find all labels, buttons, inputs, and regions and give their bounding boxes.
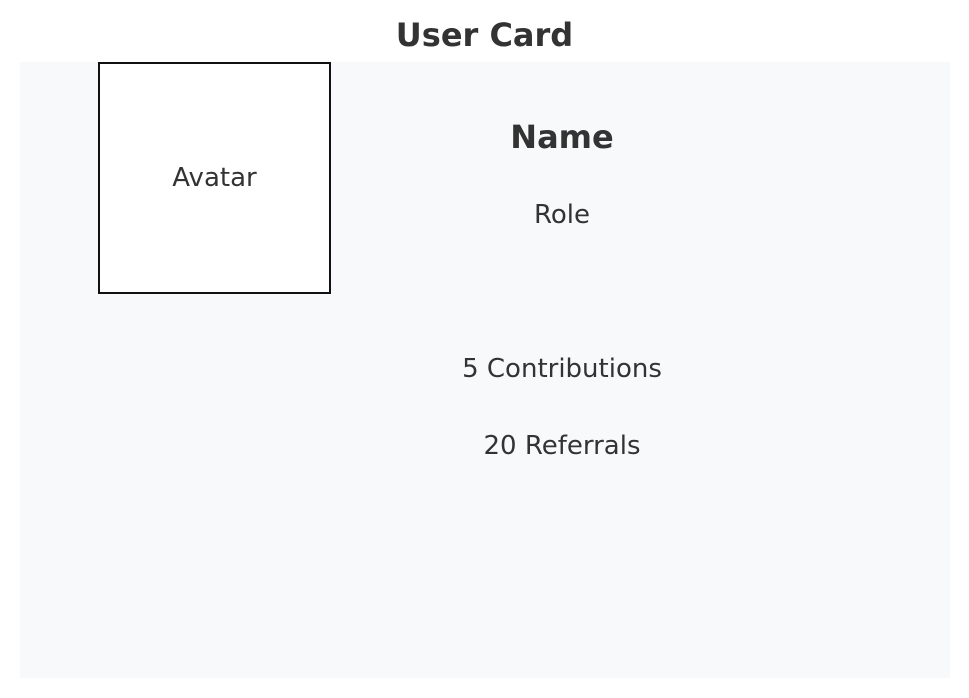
user-name: Name — [510, 118, 614, 156]
diagram-title: User Card — [395, 16, 574, 54]
referrals-count: 20 Referrals — [483, 431, 641, 461]
avatar: Avatar — [98, 62, 331, 294]
avatar-label: Avatar — [172, 163, 257, 193]
contributions-count: 5 Contributions — [462, 354, 662, 384]
user-role: Role — [533, 200, 591, 230]
